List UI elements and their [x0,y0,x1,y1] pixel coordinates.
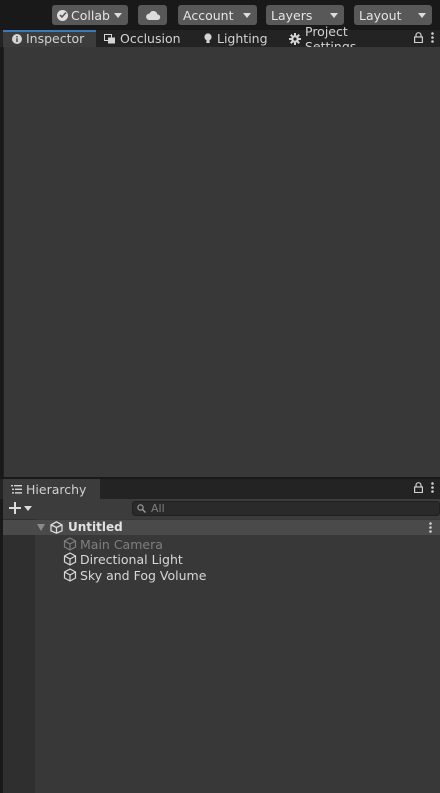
kebab-menu-icon[interactable] [431,482,434,496]
item-label: Directional Light [80,551,183,567]
scene-name: Untitled [68,520,123,534]
unity-logo-icon [50,521,63,534]
item-label: Sky and Fog Volume [80,567,207,583]
gameobject-cube-icon [63,552,77,566]
foldout-arrow-icon[interactable] [37,524,45,531]
tab-label: Lighting [217,31,268,46]
scene-header-row[interactable]: Untitled [3,520,440,535]
tab-inspector[interactable]: Inspector [3,30,96,47]
hierarchy-gutter [3,519,35,793]
gameobject-cube-icon [63,537,77,551]
collab-dropdown[interactable]: Collab [52,5,128,25]
bulb-icon [203,33,213,44]
layers-dropdown[interactable]: Layers [266,5,344,25]
chevron-down-icon [418,13,426,18]
layout-label: Layout [359,7,402,23]
tab-hierarchy[interactable]: Hierarchy [3,479,100,499]
chevron-down-icon [24,505,32,511]
kebab-menu-icon[interactable] [431,31,434,46]
hierarchy-tabbar: Hierarchy [0,479,440,499]
plus-icon [9,502,21,514]
create-dropdown[interactable] [9,502,32,514]
layout-dropdown[interactable]: Layout [354,5,432,25]
chevron-down-icon [243,13,251,18]
chevron-down-icon [330,13,338,18]
search-placeholder: All [151,502,165,515]
tab-label: Occlusion [120,31,181,46]
search-input[interactable]: All [132,501,440,516]
panel-tools [414,479,434,499]
hierarchy-item-directional-light[interactable]: Directional Light [63,551,183,567]
active-tab-indicator [3,30,96,32]
cloud-button[interactable] [138,5,167,25]
account-dropdown[interactable]: Account [178,5,257,25]
check-icon [57,9,68,21]
kebab-menu-icon[interactable] [429,522,432,533]
cloud-icon [145,10,160,20]
chevron-down-icon [114,13,122,18]
hierarchy-panel: Untitled Main Camera Directional Light S… [3,519,440,793]
item-label: Main Camera [80,536,163,552]
hierarchy-toolbar: All [3,499,440,519]
search-icon [137,504,146,513]
lock-icon[interactable] [414,31,424,46]
tab-label: Hierarchy [26,481,87,497]
lock-icon[interactable] [414,482,424,496]
hierarchy-item-sky-and-fog-volume[interactable]: Sky and Fog Volume [63,567,206,583]
inspector-panel [3,47,440,477]
tab-lighting[interactable]: Lighting [203,30,278,47]
layers-label: Layers [271,7,313,23]
inspector-tabbar: Inspector Occlusion Lighting Project Set… [0,24,440,54]
list-icon [11,484,22,494]
tab-label: Inspector [26,31,85,46]
gear-icon [289,32,301,45]
panel-tools [414,30,434,47]
tab-project-settings[interactable]: Project Settings [289,24,401,54]
occlusion-icon [104,33,116,44]
hierarchy-item-main-camera[interactable]: Main Camera [63,536,163,552]
collab-label: Collab [71,7,110,23]
tab-occlusion[interactable]: Occlusion [104,30,194,47]
info-icon [12,33,22,44]
gameobject-cube-icon [63,568,77,582]
account-label: Account [183,7,234,23]
